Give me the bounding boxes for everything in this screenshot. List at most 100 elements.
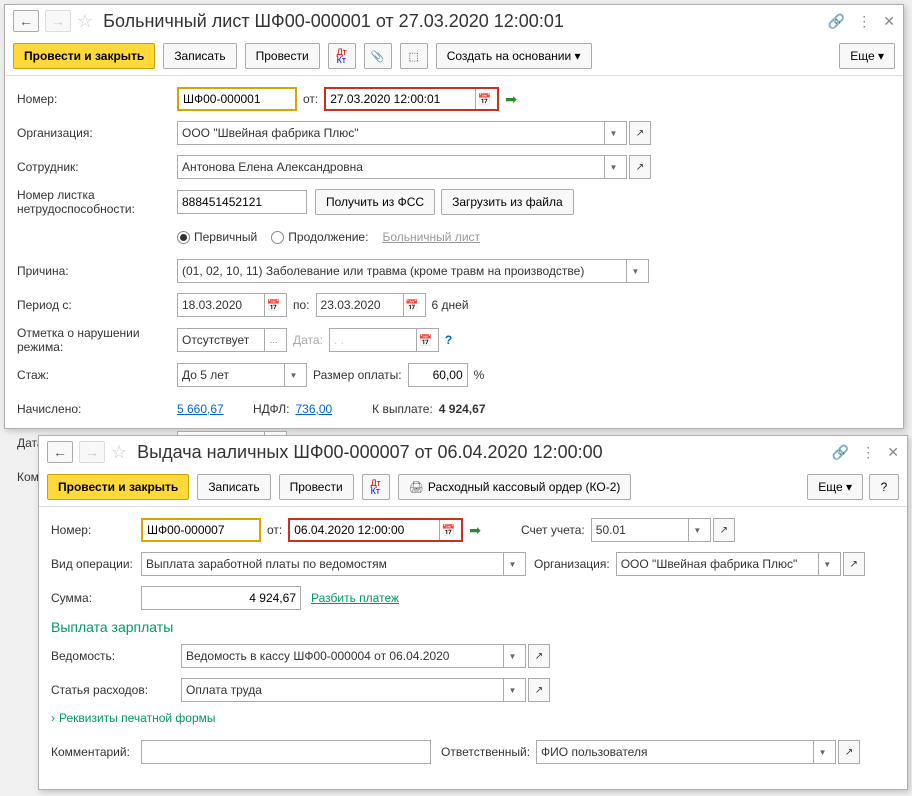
- sick-leave-link[interactable]: Больничный лист: [382, 230, 480, 244]
- post-button[interactable]: Провести: [279, 474, 354, 500]
- structure-icon[interactable]: ⬚: [400, 43, 428, 69]
- create-based-button[interactable]: Создать на основании ▾: [436, 43, 592, 69]
- ndfl-label: НДФЛ:: [253, 402, 289, 416]
- accrued-link[interactable]: 5 660,67: [177, 402, 247, 416]
- date-from-field[interactable]: 18.03.2020📅: [177, 293, 287, 317]
- chevron-right-icon: ›: [51, 711, 55, 725]
- write-button[interactable]: Записать: [163, 43, 236, 69]
- calendar-icon[interactable]: 📅: [403, 294, 421, 316]
- calendar-icon: 📅: [416, 329, 434, 351]
- sheet-field[interactable]: Ведомость в кассу ШФ00-000004 от 06.04.2…: [181, 644, 526, 668]
- apply-icon[interactable]: ➡: [505, 91, 517, 108]
- help-icon[interactable]: ?: [445, 333, 452, 347]
- sum-field[interactable]: [141, 586, 301, 610]
- dropdown-icon[interactable]: ▼: [813, 741, 831, 763]
- dropdown-icon[interactable]: ▼: [818, 553, 836, 575]
- number-field[interactable]: [177, 87, 297, 111]
- help-button[interactable]: ?: [869, 474, 899, 500]
- link-icon[interactable]: 🔗: [828, 13, 845, 30]
- dropdown-icon[interactable]: ▼: [503, 553, 521, 575]
- link-icon[interactable]: 🔗: [832, 444, 849, 461]
- violation-field[interactable]: Отсутствует…: [177, 328, 287, 352]
- nav-forward-button[interactable]: →: [79, 441, 105, 463]
- more-button[interactable]: Еще ▾: [839, 43, 895, 69]
- nav-forward-button[interactable]: →: [45, 10, 71, 32]
- print-order-button[interactable]: 🖨Расходный кассовый ордер (КО-2): [398, 474, 632, 500]
- number-label: Номер:: [17, 92, 177, 106]
- menu-icon[interactable]: ⋮: [861, 444, 875, 461]
- open-icon[interactable]: ↗: [528, 678, 550, 702]
- open-icon[interactable]: ↗: [528, 644, 550, 668]
- open-icon[interactable]: ↗: [713, 518, 735, 542]
- close-icon[interactable]: ✕: [887, 444, 899, 461]
- open-icon[interactable]: ↗: [629, 121, 651, 145]
- calendar-icon[interactable]: 📅: [264, 294, 282, 316]
- optype-field[interactable]: Выплата заработной платы по ведомостям▼: [141, 552, 526, 576]
- write-button[interactable]: Записать: [197, 474, 270, 500]
- close-icon[interactable]: ✕: [883, 13, 895, 30]
- expand-print-details[interactable]: ›Реквизиты печатной формы: [51, 711, 895, 725]
- rate-label: Размер оплаты:: [313, 368, 402, 382]
- org-label: Организация:: [534, 557, 610, 571]
- post-and-close-button[interactable]: Провести и закрыть: [47, 474, 189, 500]
- org-field[interactable]: ООО "Швейная фабрика Плюс"▼: [616, 552, 841, 576]
- number-field[interactable]: [141, 518, 261, 542]
- period-label: Период с:: [17, 298, 177, 312]
- emp-field[interactable]: Антонова Елена Александровна▼: [177, 155, 627, 179]
- dropdown-icon[interactable]: ▼: [604, 156, 622, 178]
- days-value: 6 дней: [432, 298, 469, 312]
- more-icon[interactable]: …: [264, 329, 282, 351]
- payout-value: 4 924,67: [439, 402, 486, 416]
- sheet-label: Ведомость:: [51, 649, 181, 663]
- dtkt-icon[interactable]: ДтКт: [328, 43, 356, 69]
- reason-field[interactable]: (01, 02, 10, 11) Заболевание или травма …: [177, 259, 649, 283]
- optype-label: Вид операции:: [51, 557, 141, 571]
- favorite-icon[interactable]: ☆: [111, 442, 127, 463]
- menu-icon[interactable]: ⋮: [857, 13, 871, 30]
- dropdown-icon[interactable]: ▼: [604, 122, 622, 144]
- post-and-close-button[interactable]: Провести и закрыть: [13, 43, 155, 69]
- sheet-number-field[interactable]: [177, 190, 307, 214]
- dropdown-icon[interactable]: ▼: [688, 519, 706, 541]
- date-to-field[interactable]: 23.03.2020📅: [316, 293, 426, 317]
- get-fss-button[interactable]: Получить из ФСС: [315, 189, 435, 215]
- radio-continuation[interactable]: Продолжение:: [271, 230, 368, 244]
- resp-field[interactable]: ФИО пользователя▼: [536, 740, 836, 764]
- comment-field[interactable]: [141, 740, 431, 764]
- org-field[interactable]: ООО "Швейная фабрика Плюс"▼: [177, 121, 627, 145]
- split-payment-link[interactable]: Разбить платеж: [311, 591, 399, 605]
- open-icon[interactable]: ↗: [838, 740, 860, 764]
- org-label: Организация:: [17, 126, 177, 140]
- rate-field[interactable]: [408, 363, 468, 387]
- apply-icon[interactable]: ➡: [469, 522, 481, 539]
- nav-back-button[interactable]: ←: [47, 441, 73, 463]
- more-button[interactable]: Еще ▾: [807, 474, 863, 500]
- open-icon[interactable]: ↗: [843, 552, 865, 576]
- date-field[interactable]: 📅: [324, 87, 499, 111]
- post-button[interactable]: Провести: [245, 43, 320, 69]
- load-file-button[interactable]: Загрузить из файла: [441, 189, 574, 215]
- window-sick-leave: ← → ☆ Больничный лист ШФ00-000001 от 27.…: [4, 4, 904, 429]
- attach-icon[interactable]: 📎: [364, 43, 392, 69]
- ndfl-link[interactable]: 736,00: [295, 402, 332, 416]
- emp-label: Сотрудник:: [17, 160, 177, 174]
- date-field[interactable]: 📅: [288, 518, 463, 542]
- calendar-icon[interactable]: 📅: [475, 89, 493, 109]
- account-field[interactable]: 50.01▼: [591, 518, 711, 542]
- tenure-field[interactable]: До 5 лет▼: [177, 363, 307, 387]
- dtkt-icon[interactable]: ДтКт: [362, 474, 390, 500]
- from-label: от:: [267, 523, 282, 537]
- favorite-icon[interactable]: ☆: [77, 11, 93, 32]
- toolbar: Провести и закрыть Записать Провести ДтК…: [39, 468, 907, 507]
- radio-primary[interactable]: Первичный: [177, 230, 257, 244]
- open-icon[interactable]: ↗: [629, 155, 651, 179]
- dropdown-icon[interactable]: ▼: [503, 645, 521, 667]
- dropdown-icon[interactable]: ▼: [503, 679, 521, 701]
- reason-label: Причина:: [17, 264, 177, 278]
- calendar-icon[interactable]: 📅: [439, 520, 457, 540]
- expense-field[interactable]: Оплата труда▼: [181, 678, 526, 702]
- dropdown-icon[interactable]: ▼: [284, 364, 302, 386]
- nav-back-button[interactable]: ←: [13, 10, 39, 32]
- vdate-field: . .📅: [329, 328, 439, 352]
- dropdown-icon[interactable]: ▼: [626, 260, 644, 282]
